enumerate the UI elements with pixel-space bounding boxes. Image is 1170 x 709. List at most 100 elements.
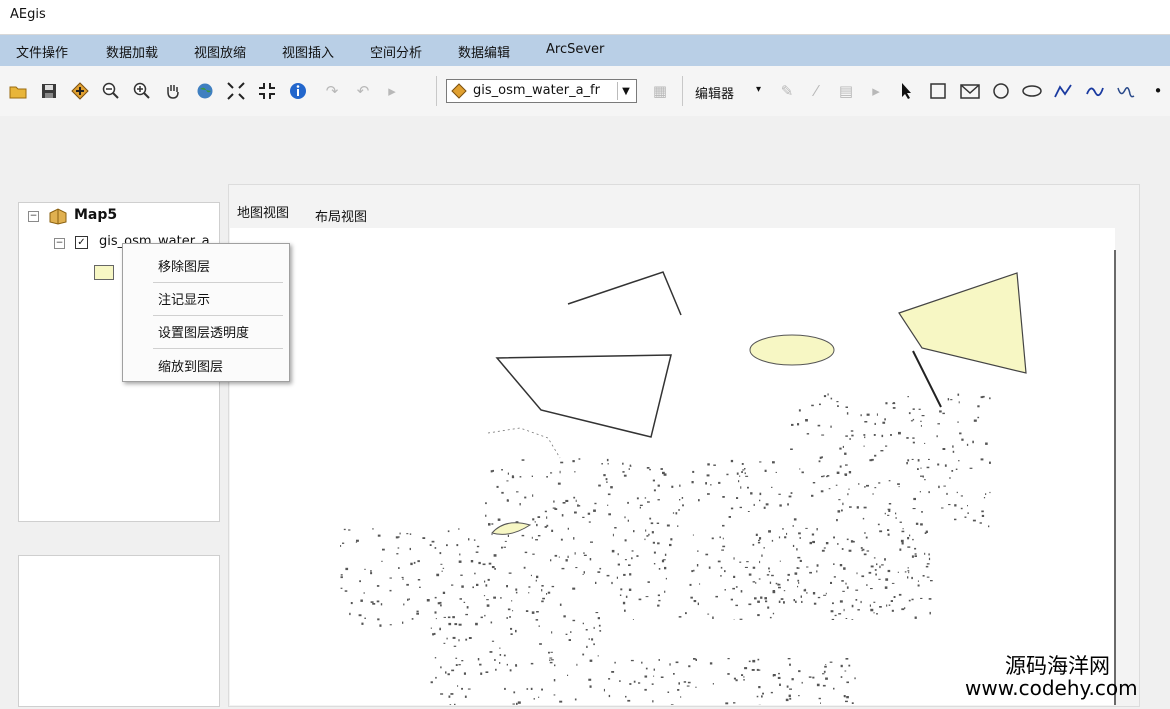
draw-polyline-icon[interactable] — [1053, 81, 1073, 101]
water-feature-dot — [737, 473, 739, 475]
collapse-map-toggle[interactable]: − — [28, 211, 39, 222]
menu-arcsever[interactable]: ArcSever — [546, 42, 604, 57]
water-feature-dot — [826, 593, 827, 595]
water-feature-dot — [695, 687, 696, 688]
drawn-line[interactable] — [913, 351, 941, 407]
water-feature-dot — [938, 486, 940, 488]
save-icon[interactable] — [39, 81, 59, 101]
zoom-in-icon[interactable] — [132, 81, 152, 101]
water-feature-dot — [802, 682, 803, 684]
draw-circle-icon[interactable] — [991, 81, 1011, 101]
water-feature-dot — [798, 582, 799, 584]
draw-curve-icon[interactable] — [1085, 81, 1105, 101]
fixed-zoom-in-icon[interactable] — [257, 81, 277, 101]
water-feature-dot — [515, 589, 517, 591]
drawn-polygon[interactable] — [497, 355, 671, 437]
tab-map-view[interactable]: 地图视图 — [237, 202, 289, 221]
layer-visibility-checkbox[interactable]: ✓ — [75, 236, 88, 249]
open-folder-icon[interactable] — [8, 81, 28, 101]
water-feature-dot — [823, 685, 826, 687]
edit-next-icon[interactable]: ▸ — [866, 81, 886, 101]
water-feature-dot — [629, 683, 631, 685]
water-feature-dot — [843, 446, 844, 448]
drawn-filled-polygon[interactable] — [899, 273, 1026, 373]
menu-zoom-to-layer[interactable]: 缩放到图层 — [158, 356, 223, 375]
edit-pencil-icon[interactable]: ✎ — [777, 81, 797, 101]
redo-icon[interactable]: ↷ — [322, 81, 342, 101]
menu-data-edit[interactable]: 数据编辑 — [458, 42, 510, 61]
menu-view-insert[interactable]: 视图插入 — [282, 42, 334, 61]
water-feature-dot — [532, 554, 534, 555]
water-feature-dot — [888, 509, 891, 511]
full-extent-globe-icon[interactable] — [195, 81, 215, 101]
menu-set-transparency[interactable]: 设置图层透明度 — [158, 322, 249, 341]
water-feature-dot — [595, 582, 596, 584]
water-feature-dot — [734, 678, 736, 680]
water-feature-dot — [484, 581, 485, 583]
water-feature-dot — [981, 458, 984, 460]
drawn-polyline[interactable] — [568, 272, 681, 315]
edit-attributes-icon[interactable]: ▤ — [836, 81, 856, 101]
menu-label-display[interactable]: 注记显示 — [158, 289, 210, 308]
water-feature-dot — [639, 599, 642, 601]
water-feature-dot — [757, 614, 760, 616]
editor-menu[interactable]: 编辑器 — [695, 83, 734, 102]
tab-layout-view[interactable]: 布局视图 — [315, 206, 367, 225]
add-data-icon[interactable] — [70, 81, 90, 101]
water-feature-dot — [458, 639, 459, 641]
map-scrollbar[interactable] — [1114, 250, 1116, 705]
water-feature-dot — [653, 542, 655, 544]
draw-freehand-icon[interactable] — [1116, 81, 1136, 101]
collapse-layer-toggle[interactable]: − — [54, 238, 65, 249]
draw-ellipse-icon[interactable] — [1022, 81, 1042, 101]
target-layer-select[interactable]: gis_osm_water_a_fr ▼ — [446, 79, 637, 103]
layer-properties-icon[interactable]: ▦ — [650, 81, 670, 101]
water-feature-dot — [909, 412, 911, 414]
water-feature-dot — [740, 486, 741, 488]
water-feature-dot — [857, 572, 858, 574]
menu-remove-layer[interactable]: 移除图层 — [158, 256, 210, 275]
water-feature-dot — [657, 523, 659, 524]
select-arrow-icon[interactable] — [897, 81, 917, 101]
water-feature-dot — [889, 605, 891, 606]
draw-envelope-icon[interactable] — [960, 81, 980, 101]
pan-hand-icon[interactable] — [163, 81, 183, 101]
play-icon[interactable]: ▸ — [382, 81, 402, 101]
water-feature-dot — [436, 574, 439, 577]
water-feature-dot — [538, 516, 541, 518]
edit-vertices-icon[interactable]: ⁄ — [806, 81, 826, 101]
menu-data-load[interactable]: 数据加载 — [106, 42, 158, 61]
undo-icon[interactable]: ↶ — [353, 81, 373, 101]
water-feature-dot — [773, 613, 774, 615]
water-feature-dot — [914, 548, 916, 550]
zoom-out-icon[interactable] — [101, 81, 121, 101]
more-tools-icon[interactable]: • — [1148, 81, 1168, 101]
water-feature-dot — [390, 590, 392, 592]
drawn-ellipse[interactable] — [750, 335, 834, 365]
fixed-zoom-out-icon[interactable] — [226, 81, 246, 101]
editor-dropdown-icon[interactable]: ▾ — [756, 84, 761, 95]
water-feature-dot — [984, 497, 985, 498]
water-feature-dot — [618, 564, 620, 566]
water-feature-dot — [657, 605, 659, 607]
water-feature-dot — [465, 614, 468, 615]
menu-spatial-analysis[interactable]: 空间分析 — [370, 42, 422, 61]
water-feature-dot — [597, 571, 600, 573]
water-feature-dot — [841, 510, 843, 512]
menu-file[interactable]: 文件操作 — [16, 42, 68, 61]
water-feature-dot — [892, 610, 894, 612]
chevron-down-icon[interactable]: ▼ — [617, 82, 634, 100]
water-feature-dot — [398, 567, 400, 569]
water-feature-dot — [448, 623, 451, 625]
water-feature-dot — [895, 513, 896, 515]
water-feature-dot — [574, 471, 575, 472]
water-feature-dot — [598, 617, 600, 619]
identify-info-icon[interactable] — [288, 81, 308, 101]
water-feature-dot — [805, 528, 807, 529]
water-feature-dot — [341, 576, 343, 578]
water-feature-dot — [478, 658, 480, 660]
menu-view-zoom[interactable]: 视图放缩 — [194, 42, 246, 61]
water-feature-dot — [734, 557, 735, 559]
water-feature-dot — [633, 530, 635, 532]
draw-rectangle-icon[interactable] — [928, 81, 948, 101]
